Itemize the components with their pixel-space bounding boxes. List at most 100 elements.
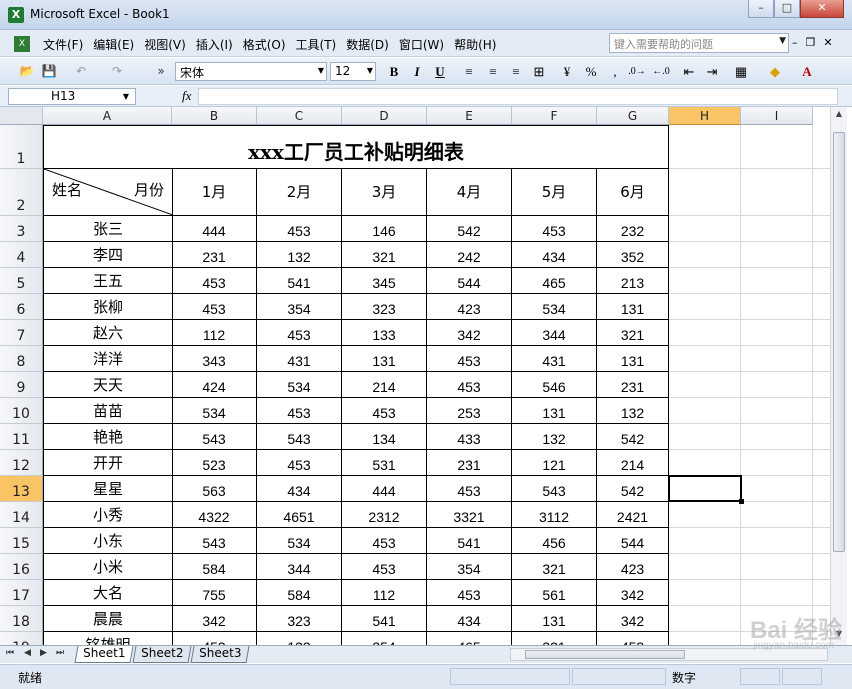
font-name-select[interactable]: 宋体 ▼	[175, 62, 327, 81]
borders-icon[interactable]: ▦	[732, 63, 750, 81]
value-cell[interactable]: 534	[172, 398, 257, 424]
row-header[interactable]: 16	[0, 554, 43, 580]
column-header[interactable]: F	[512, 107, 597, 125]
value-cell[interactable]: 345	[342, 268, 427, 294]
value-cell[interactable]: 354	[342, 632, 427, 645]
row-header[interactable]: 13	[0, 476, 43, 502]
value-cell[interactable]: 132	[512, 424, 597, 450]
row-header[interactable]: 1	[0, 125, 43, 169]
value-cell[interactable]: 146	[342, 216, 427, 242]
name-cell[interactable]: 王五	[43, 268, 173, 294]
value-cell[interactable]: 342	[597, 606, 669, 632]
value-cell[interactable]: 3112	[512, 502, 597, 528]
value-cell[interactable]: 542	[597, 476, 669, 502]
underline-button[interactable]: U	[431, 63, 449, 81]
chevron-down-icon[interactable]: ▼	[367, 66, 373, 75]
row-header[interactable]: 8	[0, 346, 43, 372]
value-cell[interactable]: 584	[172, 554, 257, 580]
value-cell[interactable]: 431	[257, 346, 342, 372]
value-cell[interactable]: 453	[172, 294, 257, 320]
value-cell[interactable]: 584	[257, 580, 342, 606]
value-cell[interactable]: 433	[427, 424, 512, 450]
value-cell[interactable]: 444	[342, 476, 427, 502]
value-cell[interactable]: 112	[342, 580, 427, 606]
value-cell[interactable]: 231	[427, 450, 512, 476]
value-cell[interactable]: 543	[172, 528, 257, 554]
font-size-select[interactable]: 12 ▼	[330, 62, 376, 81]
value-cell[interactable]: 543	[172, 424, 257, 450]
value-cell[interactable]: 343	[172, 346, 257, 372]
value-cell[interactable]: 354	[427, 554, 512, 580]
value-cell[interactable]: 534	[257, 528, 342, 554]
comma-button[interactable]: ,	[606, 63, 624, 81]
value-cell[interactable]: 253	[427, 398, 512, 424]
menu-item[interactable]: 数据(D)	[346, 36, 395, 53]
menu-item[interactable]: 编辑(E)	[93, 36, 140, 53]
name-cell[interactable]: 张柳	[43, 294, 173, 320]
menu-item[interactable]: 工具(T)	[296, 36, 343, 53]
value-cell[interactable]: 465	[512, 268, 597, 294]
column-header[interactable]: A	[43, 107, 172, 125]
close-button[interactable]: ✕	[800, 0, 844, 18]
row-header[interactable]: 5	[0, 268, 43, 294]
function-icon[interactable]: fx	[182, 88, 191, 104]
value-cell[interactable]: 453	[257, 320, 342, 346]
month-header-cell[interactable]: 5月	[512, 169, 597, 216]
value-cell[interactable]: 534	[512, 294, 597, 320]
merge-center-icon[interactable]: ⊞	[530, 63, 548, 81]
value-cell[interactable]: 563	[172, 476, 257, 502]
vertical-scroll-thumb[interactable]	[833, 132, 845, 552]
chevron-down-icon[interactable]: ▼	[318, 66, 324, 75]
value-cell[interactable]: 465	[427, 632, 512, 645]
menu-item[interactable]: 格式(O)	[243, 36, 292, 53]
value-cell[interactable]: 2421	[597, 502, 669, 528]
value-cell[interactable]: 4651	[257, 502, 342, 528]
percent-button[interactable]: %	[582, 63, 600, 81]
column-header[interactable]: G	[597, 107, 669, 125]
horizontal-scroll-thumb[interactable]	[525, 650, 685, 659]
value-cell[interactable]: 4322	[172, 502, 257, 528]
row-header[interactable]: 17	[0, 580, 43, 606]
value-cell[interactable]: 453	[342, 398, 427, 424]
selected-cell[interactable]	[668, 475, 742, 502]
chevron-down-icon[interactable]: ▼	[123, 92, 129, 101]
open-folder-icon[interactable]: 📂	[18, 63, 36, 80]
fill-color-icon[interactable]: ◆	[766, 63, 784, 81]
row-header[interactable]: 12	[0, 450, 43, 476]
name-cell[interactable]: 洋洋	[43, 346, 173, 372]
month-header-cell[interactable]: 4月	[427, 169, 512, 216]
row-header[interactable]: 15	[0, 528, 43, 554]
value-cell[interactable]: 2312	[342, 502, 427, 528]
month-header-cell[interactable]: 1月	[172, 169, 257, 216]
name-cell[interactable]: 天天	[43, 372, 173, 398]
diagonal-header-cell[interactable]: 姓名 月份	[43, 169, 173, 216]
value-cell[interactable]: 132	[257, 242, 342, 268]
value-cell[interactable]: 444	[172, 216, 257, 242]
value-cell[interactable]: 434	[257, 476, 342, 502]
chevron-down-icon[interactable]: ▼	[779, 36, 786, 46]
name-cell[interactable]: 开开	[43, 450, 173, 476]
workbook-restore-button[interactable]: ❐	[806, 36, 816, 49]
value-cell[interactable]: 453	[427, 476, 512, 502]
value-cell[interactable]: 344	[257, 554, 342, 580]
row-header[interactable]: 18	[0, 606, 43, 632]
menu-item[interactable]: 视图(V)	[144, 36, 192, 53]
row-header[interactable]: 7	[0, 320, 43, 346]
redo-icon[interactable]: ↷	[108, 63, 126, 80]
align-right-icon[interactable]: ≡	[507, 63, 525, 81]
fill-handle[interactable]	[739, 499, 744, 504]
tab-sheet2[interactable]: Sheet2	[132, 646, 192, 663]
month-header-cell[interactable]: 2月	[257, 169, 342, 216]
tab-sheet3[interactable]: Sheet3	[190, 646, 250, 663]
toolbar-options-icon[interactable]: »	[152, 63, 170, 80]
value-cell[interactable]: 431	[512, 346, 597, 372]
value-cell[interactable]: 755	[172, 580, 257, 606]
menu-item[interactable]: 文件(F)	[43, 36, 89, 53]
increase-indent-icon[interactable]: ⇥	[703, 63, 721, 81]
decrease-indent-icon[interactable]: ⇤	[680, 63, 698, 81]
value-cell[interactable]: 542	[597, 424, 669, 450]
restore-button[interactable]: □	[774, 0, 800, 18]
column-header[interactable]: D	[342, 107, 427, 125]
value-cell[interactable]: 131	[342, 346, 427, 372]
value-cell[interactable]: 213	[597, 268, 669, 294]
